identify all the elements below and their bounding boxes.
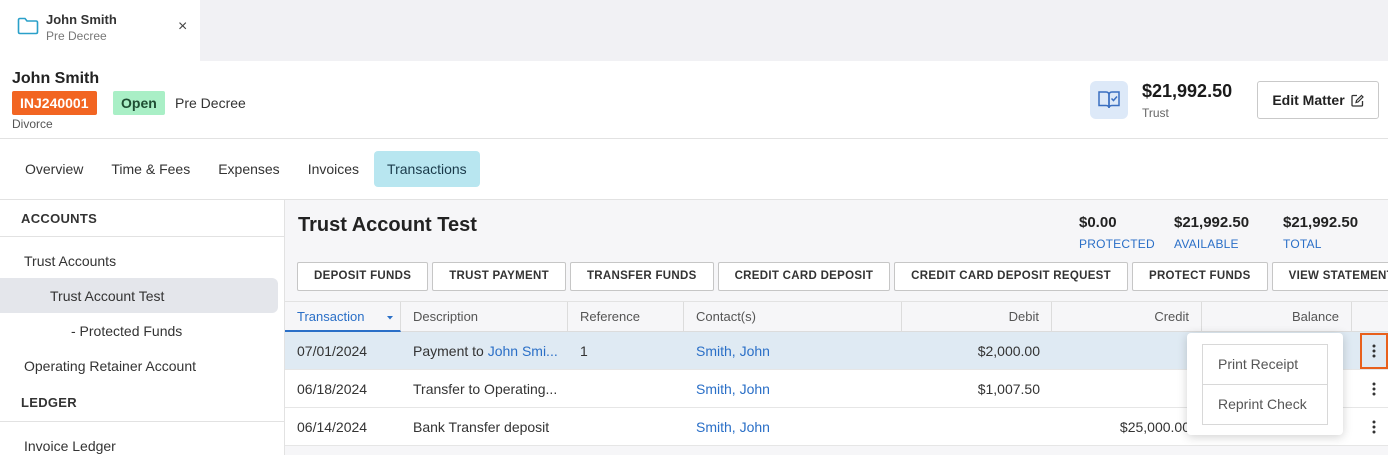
cell-debit: $1,007.50 — [977, 381, 1040, 397]
edit-matter-label: Edit Matter — [1272, 92, 1345, 108]
sidebar-item-operating-retainer[interactable]: Operating Retainer Account — [24, 358, 196, 374]
contact-link[interactable]: Smith, John — [696, 381, 770, 397]
cell-description: Bank Transfer deposit — [413, 419, 550, 435]
sidebar-divider — [0, 421, 284, 422]
transfer-funds-button[interactable]: TRANSFER FUNDS — [569, 262, 714, 291]
protected-stat: $0.00 PROTECTED — [1079, 214, 1155, 251]
cell-debit — [902, 408, 1052, 446]
tab-time-fees[interactable]: Time & Fees — [98, 151, 203, 187]
matter-stage: Pre Decree — [175, 95, 246, 111]
edit-icon — [1351, 94, 1364, 107]
column-header-transaction[interactable]: Transaction — [285, 302, 401, 332]
protected-label: PROTECTED — [1079, 237, 1155, 251]
cell-contact: Smith, John — [684, 408, 902, 446]
description-text: Payment to — [413, 343, 488, 359]
tab-expenses[interactable]: Expenses — [205, 151, 292, 187]
contact-link[interactable]: Smith, John — [696, 419, 770, 435]
reprint-check-menu-item[interactable]: Reprint Check — [1202, 384, 1328, 425]
cell-contact: Smith, John — [684, 332, 902, 370]
protect-funds-button[interactable]: PROTECT FUNDS — [1131, 262, 1268, 291]
cell-credit — [1052, 332, 1202, 370]
cell-description: Transfer to Operating... — [413, 381, 558, 397]
total-label: TOTAL — [1283, 237, 1322, 251]
column-header-debit[interactable]: Debit — [902, 302, 1052, 332]
row-actions-kebab-icon[interactable] — [1361, 408, 1387, 446]
cell-credit — [1052, 370, 1202, 408]
trust-book-icon — [1090, 81, 1128, 119]
status-badge: Open — [113, 91, 165, 115]
tab-subtitle: Pre Decree — [46, 29, 107, 43]
description-link[interactable]: John Smi... — [488, 343, 558, 359]
deposit-funds-button[interactable]: DEPOSIT FUNDS — [297, 262, 429, 291]
column-header-contacts[interactable]: Contact(s) — [684, 302, 902, 332]
ledger-heading: LEDGER — [21, 395, 77, 410]
tab-overview[interactable]: Overview — [12, 151, 96, 187]
cell-date: 07/01/2024 — [297, 343, 368, 359]
cell-description: Payment to John Smi... — [401, 332, 568, 370]
print-receipt-menu-item[interactable]: Print Receipt — [1202, 344, 1328, 385]
header-divider — [0, 138, 1388, 139]
column-header-description[interactable]: Description — [401, 302, 568, 332]
row-actions-kebab-icon[interactable] — [1360, 333, 1388, 369]
matter-nav-tabs: Overview Time & Fees Expenses Invoices T… — [12, 151, 480, 187]
contact-link[interactable]: Smith, John — [696, 343, 770, 359]
sidebar-item-trust-account-test[interactable]: Trust Account Test — [50, 288, 164, 304]
row-actions-menu: Print Receipt Reprint Check — [1187, 333, 1343, 435]
credit-card-deposit-request-button[interactable]: CREDIT CARD DEPOSIT REQUEST — [894, 262, 1128, 291]
sidebar-item-protected-funds[interactable]: - Protected Funds — [71, 323, 182, 339]
cell-credit: $25,000.00 — [1119, 419, 1190, 435]
cell-reference — [568, 408, 684, 446]
accounts-sidebar: ACCOUNTS Trust Accounts Trust Account Te… — [0, 200, 285, 455]
available-label: AVAILABLE — [1174, 237, 1239, 251]
matter-type: Divorce — [12, 117, 53, 131]
matter-document-tab[interactable]: John Smith Pre Decree × — [0, 0, 200, 61]
trust-payment-button[interactable]: TRUST PAYMENT — [432, 262, 566, 291]
protected-value: $0.00 — [1079, 214, 1117, 231]
cell-date: 06/18/2024 — [297, 381, 368, 397]
credit-card-deposit-button[interactable]: CREDIT CARD DEPOSIT — [717, 262, 891, 291]
sort-desc-icon — [387, 316, 393, 320]
column-header-reference[interactable]: Reference — [568, 302, 684, 332]
account-action-bar: DEPOSIT FUNDS TRUST PAYMENT TRANSFER FUN… — [297, 262, 1388, 291]
edit-matter-button[interactable]: Edit Matter — [1257, 81, 1379, 119]
view-statement-button[interactable]: VIEW STATEMENT — [1271, 262, 1388, 291]
account-title: Trust Account Test — [298, 214, 477, 236]
client-name: John Smith — [12, 70, 100, 87]
matter-id-badge: INJ240001 — [12, 91, 97, 115]
column-header-transaction-label: Transaction — [297, 309, 365, 324]
row-actions-kebab-icon[interactable] — [1361, 370, 1387, 408]
tab-invoices[interactable]: Invoices — [295, 151, 372, 187]
tab-transactions[interactable]: Transactions — [374, 151, 480, 187]
column-header-balance[interactable]: Balance — [1202, 302, 1352, 332]
cell-reference: 1 — [580, 343, 588, 359]
tab-title: John Smith — [46, 12, 117, 27]
table-header: Transaction Description Reference Contac… — [285, 301, 1388, 332]
cell-contact: Smith, John — [684, 370, 902, 408]
total-stat: $21,992.50 TOTAL — [1283, 214, 1358, 251]
accounts-heading: ACCOUNTS — [21, 211, 98, 226]
folder-icon — [17, 17, 39, 35]
sidebar-divider — [0, 236, 284, 237]
sidebar-item-trust-accounts[interactable]: Trust Accounts — [24, 253, 116, 269]
sidebar-item-invoice-ledger[interactable]: Invoice Ledger — [24, 438, 116, 454]
trust-balance: $21,992.50 — [1142, 81, 1233, 101]
total-value: $21,992.50 — [1283, 214, 1359, 231]
available-stat: $21,992.50 AVAILABLE — [1174, 214, 1249, 251]
available-value: $21,992.50 — [1174, 214, 1250, 231]
trust-balance-label: Trust — [1142, 106, 1169, 120]
cell-reference — [568, 370, 684, 408]
close-tab-icon[interactable]: × — [178, 19, 187, 35]
document-tab-strip: John Smith Pre Decree × — [0, 0, 1388, 61]
cell-debit: $2,000.00 — [977, 343, 1040, 359]
column-header-credit[interactable]: Credit — [1052, 302, 1202, 332]
cell-date: 06/14/2024 — [297, 419, 368, 435]
